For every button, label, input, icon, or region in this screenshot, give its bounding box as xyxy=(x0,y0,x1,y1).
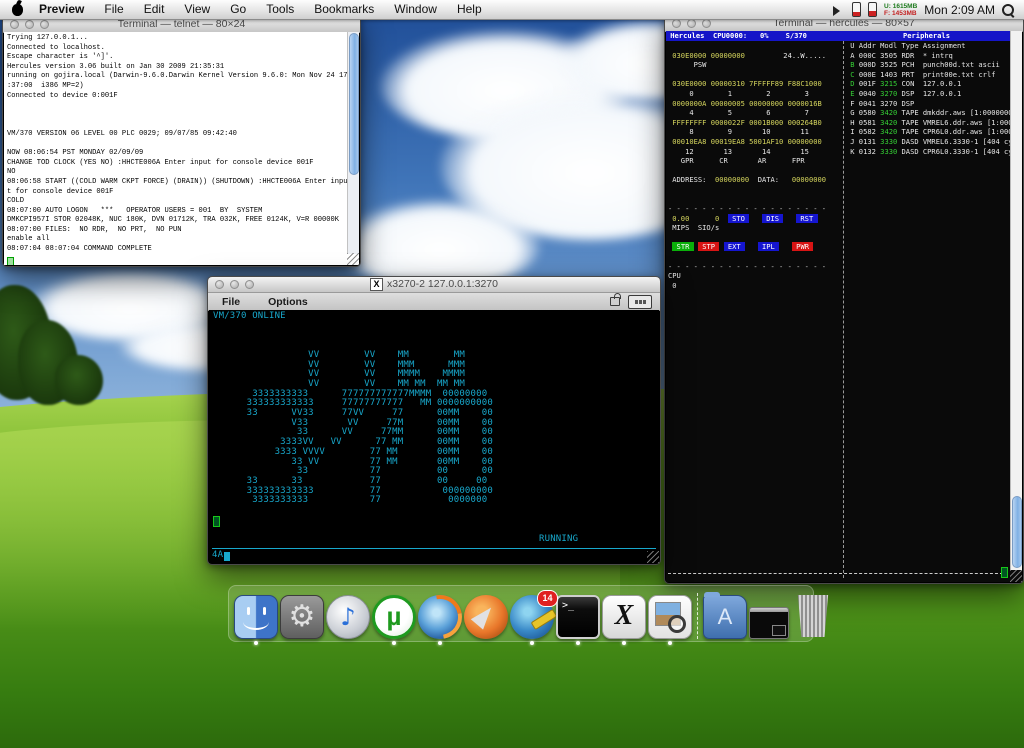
resize-grip[interactable] xyxy=(647,551,659,563)
gear-icon: ⚙ xyxy=(280,595,324,639)
hercules-cursor xyxy=(1001,567,1008,578)
oia-flags: 4A xyxy=(212,550,224,561)
spotlight-icon[interactable] xyxy=(1002,3,1014,16)
memory-used-label: U: 1615MB xyxy=(884,2,918,10)
dock-item-system-preferences[interactable]: ⚙ xyxy=(280,595,324,639)
trash-icon xyxy=(797,595,829,637)
x3270-titlebar[interactable]: Xx3270-2 127.0.0.1:3270 xyxy=(208,277,660,293)
scrollbar[interactable] xyxy=(347,32,359,254)
x3270-cursor xyxy=(213,516,220,527)
dock-item-preview[interactable] xyxy=(648,595,692,645)
menu-file[interactable]: File xyxy=(94,0,133,19)
menu-help[interactable]: Help xyxy=(447,0,492,19)
telnet-terminal-content[interactable]: Trying 127.0.0.1... Connected to localho… xyxy=(4,32,359,265)
menu-window[interactable]: Window xyxy=(384,0,447,19)
dock-item-utorrent[interactable]: µ xyxy=(372,595,416,645)
x3270-menu-bar: File Options xyxy=(208,293,660,311)
apple-menu-icon[interactable] xyxy=(12,3,23,16)
oia-status-line: 4A xyxy=(212,550,231,561)
dock-item-camino[interactable] xyxy=(464,595,508,639)
keypad-icon[interactable] xyxy=(628,294,652,309)
dock-item-x11[interactable]: X xyxy=(602,595,646,645)
x3270-app-icon: X xyxy=(370,278,384,291)
peripherals-header: Peripherals xyxy=(903,31,950,40)
utorrent-icon: µ xyxy=(372,595,416,639)
running-indicator xyxy=(438,641,442,645)
applications-folder-icon: A xyxy=(703,592,747,639)
x3270-window: Xx3270-2 127.0.0.1:3270 File Options VM/… xyxy=(207,276,661,565)
dock-item-minimized-window[interactable] xyxy=(749,595,793,639)
resize-grip[interactable] xyxy=(347,253,359,265)
menu-bar: Preview File Edit View Go Tools Bookmark… xyxy=(0,0,1024,20)
memory-free-label: F: 1453MB xyxy=(884,9,917,17)
hercules-header-bar: Hercules CPU0000: 0% S/370 Peripherals xyxy=(666,31,1011,41)
menu-tools[interactable]: Tools xyxy=(256,0,304,19)
volume-icon[interactable] xyxy=(833,5,845,16)
hercules-terminal-window: Terminal — hercules — 80×57 Hercules CPU… xyxy=(664,14,1024,584)
running-indicator xyxy=(668,641,672,645)
menu-edit[interactable]: Edit xyxy=(134,0,175,19)
x3270-status-running: RUNNING xyxy=(539,534,579,544)
x3270-menu-file[interactable]: File xyxy=(208,296,254,308)
dock-item-itunes[interactable]: ♪ xyxy=(326,595,370,639)
dock-item-terminal[interactable]: >_ xyxy=(556,595,600,645)
hercules-cpu-status: Hercules CPU0000: 0% S/370 xyxy=(666,31,807,40)
bottom-separator xyxy=(668,573,1008,574)
active-app-menu[interactable]: Preview xyxy=(29,0,94,19)
unlock-icon xyxy=(610,293,621,306)
resize-grip[interactable] xyxy=(1010,570,1022,582)
scrollbar-thumb[interactable] xyxy=(1012,496,1022,568)
hercules-peripherals-column: U Addr Modl Type Assignment A 000C 3505 … xyxy=(846,41,1022,156)
meter-gauge-2[interactable] xyxy=(868,2,878,17)
running-indicator xyxy=(576,641,580,645)
finder-icon xyxy=(234,595,278,639)
x3270-screen[interactable]: VM/370 ONLINE VV VV MM MM VV VV MMM MMM … xyxy=(209,310,659,563)
x11-icon: X xyxy=(602,595,646,639)
dock-item-finder[interactable] xyxy=(234,595,278,645)
dock-item-trash[interactable] xyxy=(795,595,839,639)
column-divider xyxy=(843,41,844,578)
menu-bookmarks[interactable]: Bookmarks xyxy=(304,0,384,19)
dock-item-firefox[interactable] xyxy=(418,595,462,645)
memory-meter[interactable]: U: 1615MB F: 1453MB xyxy=(884,3,917,17)
terminal-cursor xyxy=(7,257,14,265)
running-indicator xyxy=(392,641,396,645)
telnet-terminal-window: Terminal — telnet — 80×24 Trying 127.0.0… xyxy=(2,15,361,267)
running-indicator xyxy=(530,641,534,645)
oia-block xyxy=(224,551,231,561)
scrollbar-thumb[interactable] xyxy=(349,33,359,175)
x3270-menu-options[interactable]: Options xyxy=(254,296,322,308)
dock-separator xyxy=(697,593,698,639)
scrollbar[interactable] xyxy=(1010,31,1022,570)
meter-gauge-1[interactable] xyxy=(852,2,862,17)
dock: ⚙ ♪ µ 14 >_ X A xyxy=(228,585,829,645)
hercules-registers-column: 030E0000 00000000 24..W..... PSW 030E000… xyxy=(668,50,827,290)
hercules-panel[interactable]: Hercules CPU0000: 0% S/370 Peripherals 0… xyxy=(666,31,1022,582)
dock-item-news-globe[interactable]: 14 xyxy=(510,590,558,645)
menu-clock[interactable]: Mon 2:09 AM xyxy=(924,3,995,17)
terminal-icon: >_ xyxy=(556,595,600,639)
menu-go[interactable]: Go xyxy=(220,0,256,19)
preview-icon xyxy=(648,595,692,639)
telnet-output: Trying 127.0.0.1... Connected to localho… xyxy=(7,34,348,254)
minimized-terminal-thumbnail xyxy=(749,607,789,639)
notification-badge: 14 xyxy=(537,590,558,607)
oia-separator xyxy=(212,548,656,549)
fox-rocket-icon xyxy=(464,595,508,639)
running-indicator xyxy=(254,641,258,645)
firefox-icon xyxy=(418,595,462,639)
x3270-screen-text: VM/370 ONLINE VV VV MM MM VV VV MMM MMM … xyxy=(213,311,493,506)
window-title: Xx3270-2 127.0.0.1:3270 xyxy=(208,278,660,291)
bush xyxy=(55,355,103,405)
menu-view[interactable]: View xyxy=(174,0,220,19)
dock-item-applications-folder[interactable]: A xyxy=(703,592,747,639)
music-note-icon: ♪ xyxy=(326,595,370,639)
running-indicator xyxy=(622,641,626,645)
